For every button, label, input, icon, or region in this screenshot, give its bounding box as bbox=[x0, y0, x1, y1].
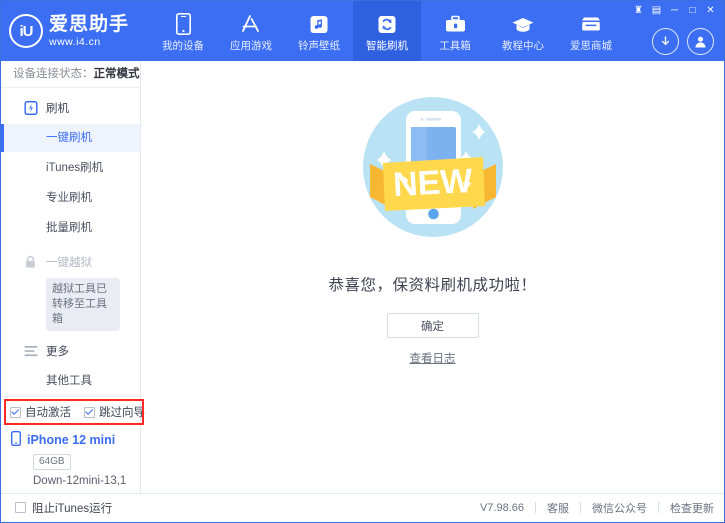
nav-label: 智能刷机 bbox=[366, 41, 408, 52]
nav-item-toolbox[interactable]: 工具箱 bbox=[421, 1, 489, 61]
nav-item-smart-flash[interactable]: 智能刷机 bbox=[353, 1, 421, 61]
nav-label: 铃声壁纸 bbox=[298, 41, 340, 52]
download-icon[interactable] bbox=[652, 28, 679, 55]
skip-setup-checkbox[interactable]: 跳过向导 bbox=[84, 404, 145, 420]
header-action-buttons bbox=[652, 28, 714, 55]
checkbox-indicator bbox=[10, 407, 21, 418]
device-phone-icon bbox=[11, 431, 21, 449]
success-message: 恭喜您，保资料刷机成功啦！ bbox=[328, 273, 536, 295]
connection-status-value: 正常模式 bbox=[94, 68, 140, 80]
refresh-icon bbox=[377, 12, 397, 36]
check-update-link[interactable]: 检查更新 bbox=[670, 500, 714, 516]
sidebar-group-label: 一键越狱 bbox=[46, 254, 92, 270]
status-bar: 阻止iTunes运行 V7.98.66 客服 微信公众号 检查更新 bbox=[1, 493, 724, 521]
nav-label: 爱思商城 bbox=[570, 41, 612, 52]
close-button[interactable]: ✕ bbox=[703, 4, 718, 17]
block-itunes-checkbox[interactable]: 阻止iTunes运行 bbox=[15, 500, 112, 516]
app-version: V7.98.66 bbox=[480, 502, 524, 514]
sidebar-item-label: 一键刷机 bbox=[46, 132, 92, 144]
window-controls: ♜ ▤ ─ □ ✕ bbox=[631, 4, 718, 17]
sidebar-item-one-key-flash[interactable]: 一键刷机 bbox=[1, 124, 140, 152]
nav-item-apps-games[interactable]: 应用游戏 bbox=[217, 1, 285, 61]
music-icon bbox=[309, 12, 329, 36]
sidebar-group-label: 刷机 bbox=[46, 100, 69, 116]
nav-item-store[interactable]: 爱思商城 bbox=[557, 1, 625, 61]
sidebar-item-label: 专业刷机 bbox=[46, 192, 92, 204]
checkbox-indicator bbox=[15, 502, 26, 513]
sidebar-group-jailbreak: 一键越狱 bbox=[1, 248, 140, 276]
footer-links: V7.98.66 客服 微信公众号 检查更新 bbox=[480, 500, 714, 516]
shop-icon bbox=[579, 12, 603, 36]
maximize-button[interactable]: □ bbox=[685, 4, 700, 17]
block-itunes-label: 阻止iTunes运行 bbox=[32, 500, 112, 516]
content-area: 设备连接状态：正常模式 刷机 一键刷机 iT bbox=[1, 61, 724, 493]
device-name: iPhone 12 mini bbox=[27, 433, 115, 447]
sidebar-item-label: 其他工具 bbox=[46, 375, 92, 387]
brand-mark-text: iU bbox=[19, 23, 32, 40]
panel-icon[interactable]: ▤ bbox=[649, 4, 664, 17]
flash-device-icon bbox=[23, 101, 38, 116]
sidebar-item-other-tools[interactable]: 其他工具 bbox=[1, 367, 140, 395]
graduation-icon bbox=[511, 12, 535, 36]
i4-assistant-window: iU 爱思助手 www.i4.cn 我的设备 bbox=[0, 0, 725, 523]
flash-options-row: 自动激活 跳过向导 bbox=[1, 397, 140, 427]
nav-label: 应用游戏 bbox=[230, 41, 272, 52]
skip-setup-label: 跳过向导 bbox=[99, 404, 145, 420]
brand-url: www.i4.cn bbox=[49, 37, 129, 48]
device-title-row: iPhone 12 mini bbox=[11, 431, 140, 449]
sidebar-item-label: iTunes刷机 bbox=[46, 162, 103, 174]
sidebar-item-label: 批量刷机 bbox=[46, 222, 92, 234]
nav-label: 工具箱 bbox=[439, 41, 471, 52]
lock-icon bbox=[23, 255, 38, 270]
brand-mark-icon: iU bbox=[9, 14, 43, 48]
account-avatar-icon[interactable] bbox=[687, 28, 714, 55]
customer-service-link[interactable]: 客服 bbox=[547, 500, 569, 516]
phone-icon bbox=[176, 12, 191, 36]
flash-success-illustration: NEW bbox=[345, 79, 521, 255]
device-connection-status: 设备连接状态：正常模式 bbox=[1, 61, 140, 88]
sidebar-group-flash[interactable]: 刷机 bbox=[1, 94, 140, 122]
main-panel: NEW 恭喜您，保资料刷机成功啦！ 确定 查看日志 bbox=[141, 61, 724, 493]
sidebar-item-batch-flash[interactable]: 批量刷机 bbox=[1, 214, 140, 242]
divider bbox=[535, 502, 536, 513]
sidebar: 设备连接状态：正常模式 刷机 一键刷机 iT bbox=[1, 61, 141, 493]
nav-item-ringtones-wallpaper[interactable]: 铃声壁纸 bbox=[285, 1, 353, 61]
nav-label: 我的设备 bbox=[162, 41, 204, 52]
sidebar-bottom-panel: 自动激活 跳过向导 bbox=[1, 396, 140, 493]
sidebar-item-itunes-flash[interactable]: iTunes刷机 bbox=[1, 154, 140, 182]
brand-text: 爱思助手 www.i4.cn bbox=[49, 15, 129, 48]
sidebar-group-label: 更多 bbox=[46, 343, 69, 359]
divider bbox=[658, 502, 659, 513]
auto-activate-checkbox[interactable]: 自动激活 bbox=[10, 404, 71, 420]
nav-item-tutorials[interactable]: 教程中心 bbox=[489, 1, 557, 61]
title-bar: iU 爱思助手 www.i4.cn 我的设备 bbox=[1, 1, 724, 61]
device-capacity-badge: 64GB bbox=[33, 454, 71, 470]
nav-label: 教程中心 bbox=[502, 41, 544, 52]
checkbox-indicator bbox=[84, 407, 95, 418]
minimize-button[interactable]: ─ bbox=[667, 4, 682, 17]
auto-activate-label: 自动激活 bbox=[25, 404, 71, 420]
wechat-official-link[interactable]: 微信公众号 bbox=[592, 500, 647, 516]
divider bbox=[580, 502, 581, 513]
sidebar-menu: 刷机 一键刷机 iTunes刷机 专业刷机 批量刷机 bbox=[1, 88, 140, 396]
confirm-button[interactable]: 确定 bbox=[387, 313, 479, 338]
brand-name: 爱思助手 bbox=[49, 15, 129, 34]
jailbreak-moved-tooltip: 越狱工具已转移至工具箱 bbox=[46, 278, 120, 331]
sidebar-group-more[interactable]: 更多 bbox=[1, 337, 140, 365]
view-log-link[interactable]: 查看日志 bbox=[410, 350, 456, 366]
connection-status-label: 设备连接状态： bbox=[13, 68, 94, 80]
nav-item-my-device[interactable]: 我的设备 bbox=[149, 1, 217, 61]
sidebar-item-pro-flash[interactable]: 专业刷机 bbox=[1, 184, 140, 212]
list-icon bbox=[23, 344, 38, 359]
gift-icon[interactable]: ♜ bbox=[631, 4, 646, 17]
brand-logo-area: iU 爱思助手 www.i4.cn bbox=[1, 1, 131, 61]
toolbox-icon bbox=[444, 12, 467, 36]
appstore-icon bbox=[239, 12, 263, 36]
connected-device-card[interactable]: iPhone 12 mini 64GB Down-12mini-13,1 bbox=[1, 427, 140, 493]
device-identifier: Down-12mini-13,1 bbox=[33, 475, 140, 487]
